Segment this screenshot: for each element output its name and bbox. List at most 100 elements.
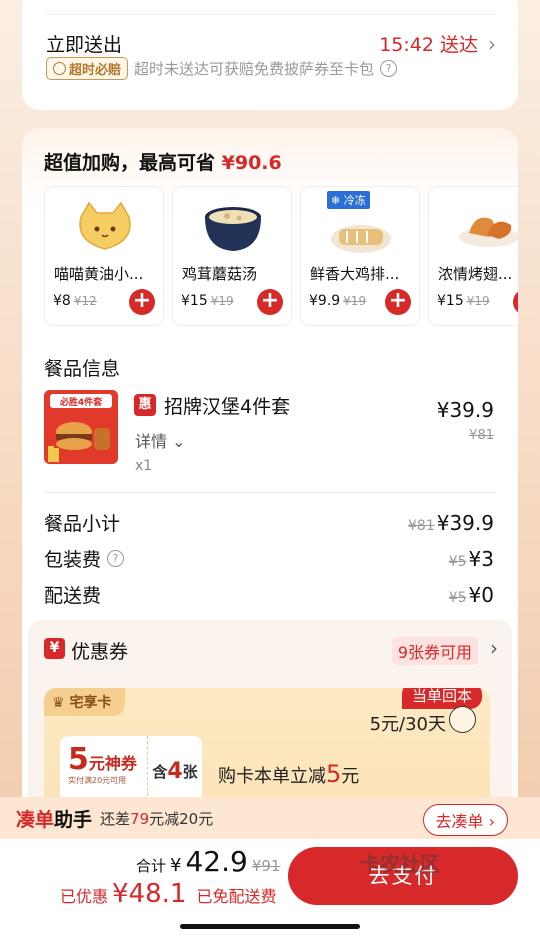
subtotal-original: ¥81 [408,517,435,534]
packing-fee-row: 包装费 ? ¥5 ¥3 [44,545,494,572]
meal-quantity: x1 [135,458,153,474]
subtotal-row: 餐品小计 ¥81 ¥39.9 [44,509,494,536]
mushroom-soup-image [205,207,261,251]
addon-name: 喵喵黄油小... [54,265,144,283]
savings-amount: ¥48.1 [112,879,187,909]
addon-price: ¥8 ¥12 [53,293,97,309]
delivery-card: 立即送出 15:42 送达 › 超时必赔 超时未送达可获赔免费披萨券至卡包 ? [22,0,518,110]
addon-name: 鲜香大鸡排... [310,265,400,283]
vip-desc-pre: 购卡本单立减 [218,766,326,787]
addon-price: ¥15 ¥19 [437,293,490,309]
add-more-label: 去凑单 [435,812,484,831]
addon-price-current: ¥15 [181,293,208,309]
meal-detail-label: 详情 [135,432,168,451]
help-icon[interactable]: ? [380,60,398,77]
savings-row: 已优惠 ¥48.1 已免配送费 [60,879,276,909]
vip-coupon-count: 4 [167,758,183,784]
vip-select-radio[interactable] [449,706,476,733]
addon-price-original: ¥19 [210,294,234,308]
coupon-icon: ¥ [44,638,65,659]
delivery-fee-original: ¥5 [448,589,467,606]
helper-brand-red: 凑单 [16,808,55,831]
vip-coupon-count-pre: 含 [152,762,168,781]
vip-coupon-unit: 元神券 [88,754,137,773]
helper-brand: 凑单助手 [16,805,92,832]
total-row: 合计 ¥ 42.9 ¥91 [136,845,280,878]
addon-price-current: ¥15 [437,293,464,309]
vip-ribbon: 当单回本 [401,688,482,709]
total-original: ¥91 [251,857,281,875]
savings-label: 已优惠 [60,887,109,906]
total-label: 合计 [136,857,167,875]
packing-fee-original: ¥5 [448,553,467,570]
vip-desc-post: 元 [341,766,360,787]
delivery-time: 15:42 送达 [379,34,478,56]
order-helper-bar: 凑单助手 还差79元减20元 去凑单 › [0,797,540,839]
addon-price-original: ¥19 [343,294,367,308]
addon-item[interactable]: ❄ 冷冻 鲜香大鸡排... ¥9.9 ¥19 + [300,186,420,326]
burger-set-image: 必胜4件套 [44,390,118,464]
addon-list[interactable]: 喵喵黄油小... ¥8 ¥12 + 鸡茸蘑菇汤 ¥15 ¥19 + ❄ 冷冻 鲜… [44,186,518,328]
addon-title: 超值加购，最高可省 ¥90.6 [44,148,282,175]
vip-card-tag-label: 宅享卡 [69,695,112,711]
subtotal-value: ¥39.9 [436,510,494,535]
add-button[interactable]: + [385,289,411,315]
chevron-right-icon[interactable]: › [490,636,498,660]
addon-price-current: ¥8 [53,293,71,309]
clock-icon [53,62,66,75]
divider [44,492,496,493]
helper-text-pre: 还差 [100,809,131,828]
addon-item[interactable]: 鸡茸蘑菇汤 ¥15 ¥19 + [172,186,292,326]
vip-coupon-count-post: 张 [182,762,198,781]
vip-card-tag: ♛ 宅享卡 [44,688,126,716]
roast-wings-image [459,217,518,247]
add-more-button[interactable]: 去凑单 › [422,804,508,836]
addon-item[interactable]: 喵喵黄油小... ¥8 ¥12 + [44,186,164,326]
helper-text-post: 元减20元 [149,809,214,828]
delivery-time-selector[interactable]: 15:42 送达 › [379,30,496,57]
divider [46,14,494,15]
delivery-fee-row: 配送费 ¥5 ¥0 [44,581,494,608]
addon-price: ¥15 ¥19 [181,293,234,309]
packing-fee-label: 包装费 [44,549,102,571]
vip-coupon-ticket: 5元神券 实付满20元可用 含4张 [60,736,202,806]
delivery-fee-value: ¥0 [468,582,494,607]
coupon-available-button[interactable]: 9张券可用 [391,637,478,665]
delivery-title: 立即送出 [46,34,123,56]
addon-item[interactable]: 浓情烤翅... ¥15¥19 + [428,186,518,326]
addon-price-current: ¥9.9 [309,293,341,309]
helper-text: 还差79元减20元 [100,808,213,829]
addon-price-original: ¥19 [466,294,490,308]
vip-desc-amount: 5 [326,760,342,788]
subtotal-label: 餐品小计 [44,513,121,535]
help-icon[interactable]: ? [107,550,125,567]
ontime-badge: 超时必赔 [46,57,129,80]
addon-price: ¥9.9 ¥19 [309,293,366,309]
packing-fee-value: ¥3 [468,546,494,571]
meal-original-price: ¥81 [469,428,494,443]
addon-title-text: 超值加购，最高可省 [44,152,216,174]
meal-image-text: 必胜4件套 [59,396,103,408]
chevron-down-icon: ⌄ [172,432,186,451]
order-card: 超值加购，最高可省 ¥90.6 喵喵黄油小... ¥8 ¥12 + 鸡茸蘑菇汤 … [22,128,518,860]
vip-coupon-amount: 5 [68,742,89,777]
total-amount: 42.9 [185,845,248,878]
add-button[interactable]: + [513,289,518,315]
delivery-fee-label: 配送费 [44,585,102,607]
addon-save-amount: ¥90.6 [221,152,282,174]
meal-detail-toggle[interactable]: 详情 ⌄ [135,428,186,452]
butter-bun-image [79,201,131,250]
addon-name: 浓情烤翅... [438,265,513,283]
ontime-guarantee: 超时必赔 超时未送达可获赔免费披萨券至卡包 ? [46,57,398,80]
helper-text-amount: 79 [130,809,150,828]
add-button[interactable]: + [257,289,283,315]
total-currency: ¥ [170,855,182,876]
watermark: 卡农社区 [360,852,440,876]
vip-description: 购卡本单立减5元 [218,760,359,788]
discount-badge: 惠 [134,394,156,416]
chevron-right-icon: › [488,31,496,56]
add-button[interactable]: + [129,289,155,315]
home-indicator [180,924,360,929]
meal-image: 必胜4件套 [44,390,118,464]
meal-name: 招牌汉堡4件套 [164,396,291,418]
